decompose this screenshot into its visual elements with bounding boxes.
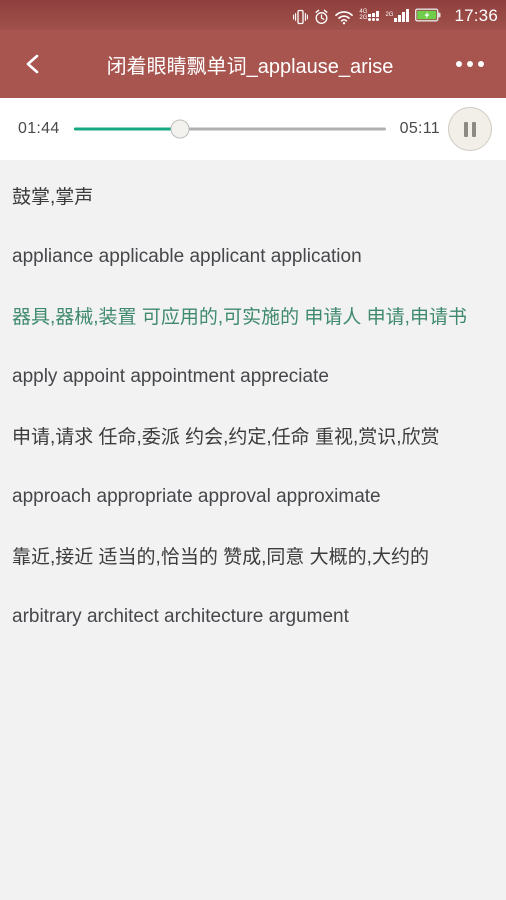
more-options-icon-dot xyxy=(478,61,484,67)
vibrate-icon xyxy=(293,5,309,25)
pause-icon-bar xyxy=(464,121,468,137)
translation-line: 鼓掌,掌声 xyxy=(12,187,94,208)
slider-fill xyxy=(73,127,180,131)
network-type-bottom: 2G xyxy=(359,15,368,21)
more-options-icon-dot xyxy=(456,61,462,67)
pause-button[interactable] xyxy=(448,107,492,151)
status-bar-icons: 4G 2G 2G 17:36 xyxy=(293,5,498,25)
app-header: 闭着眼睛飘单词_applause_arise xyxy=(0,30,506,98)
audio-player-bar: 01:44 05:11 xyxy=(0,98,506,160)
playback-progress-slider[interactable] xyxy=(73,114,386,144)
wifi-icon xyxy=(335,5,354,25)
alarm-icon xyxy=(314,5,329,25)
status-bar: 4G 2G 2G 17:36 xyxy=(0,0,506,30)
page-title: 闭着眼睛飘单词_applause_arise xyxy=(106,55,394,78)
english-word-line: apply appoint appointment appreciate xyxy=(12,366,329,387)
slider-thumb[interactable] xyxy=(170,119,190,139)
translation-line-highlighted: 器具,器械,装置 可应用的,可实施的 申请人 申请,申请书 xyxy=(12,307,467,328)
english-word-line: approach appropriate approval approximat… xyxy=(12,486,381,507)
translation-line: 靠近,接近 适当的,恰当的 赞成,同意 大概的,大约的 xyxy=(12,547,429,568)
status-bar-clock: 17:36 xyxy=(454,5,498,25)
english-word-line: arbitrary architect architecture argumen… xyxy=(12,606,349,627)
current-time-label: 01:44 xyxy=(18,120,60,137)
english-word-line: appliance applicable applicant applicati… xyxy=(12,246,362,267)
signal-4g2g-icon: 4G 2G xyxy=(359,5,380,25)
signal-2g-icon: 2G xyxy=(385,5,410,25)
battery-charging-icon xyxy=(415,5,441,25)
more-options-button[interactable] xyxy=(450,47,490,81)
back-button[interactable] xyxy=(16,47,50,81)
back-chevron-icon xyxy=(26,54,39,74)
pause-icon-bar xyxy=(472,121,476,137)
more-options-icon-dot xyxy=(467,61,473,67)
word-list-panel[interactable]: 鼓掌,掌声 appliance applicable applicant app… xyxy=(0,160,506,900)
total-time-label: 05:11 xyxy=(399,120,440,137)
network-type-secondary: 2G xyxy=(385,12,394,18)
translation-line: 申请,请求 任命,委派 约会,约定,任命 重视,赏识,欣赏 xyxy=(12,427,440,448)
